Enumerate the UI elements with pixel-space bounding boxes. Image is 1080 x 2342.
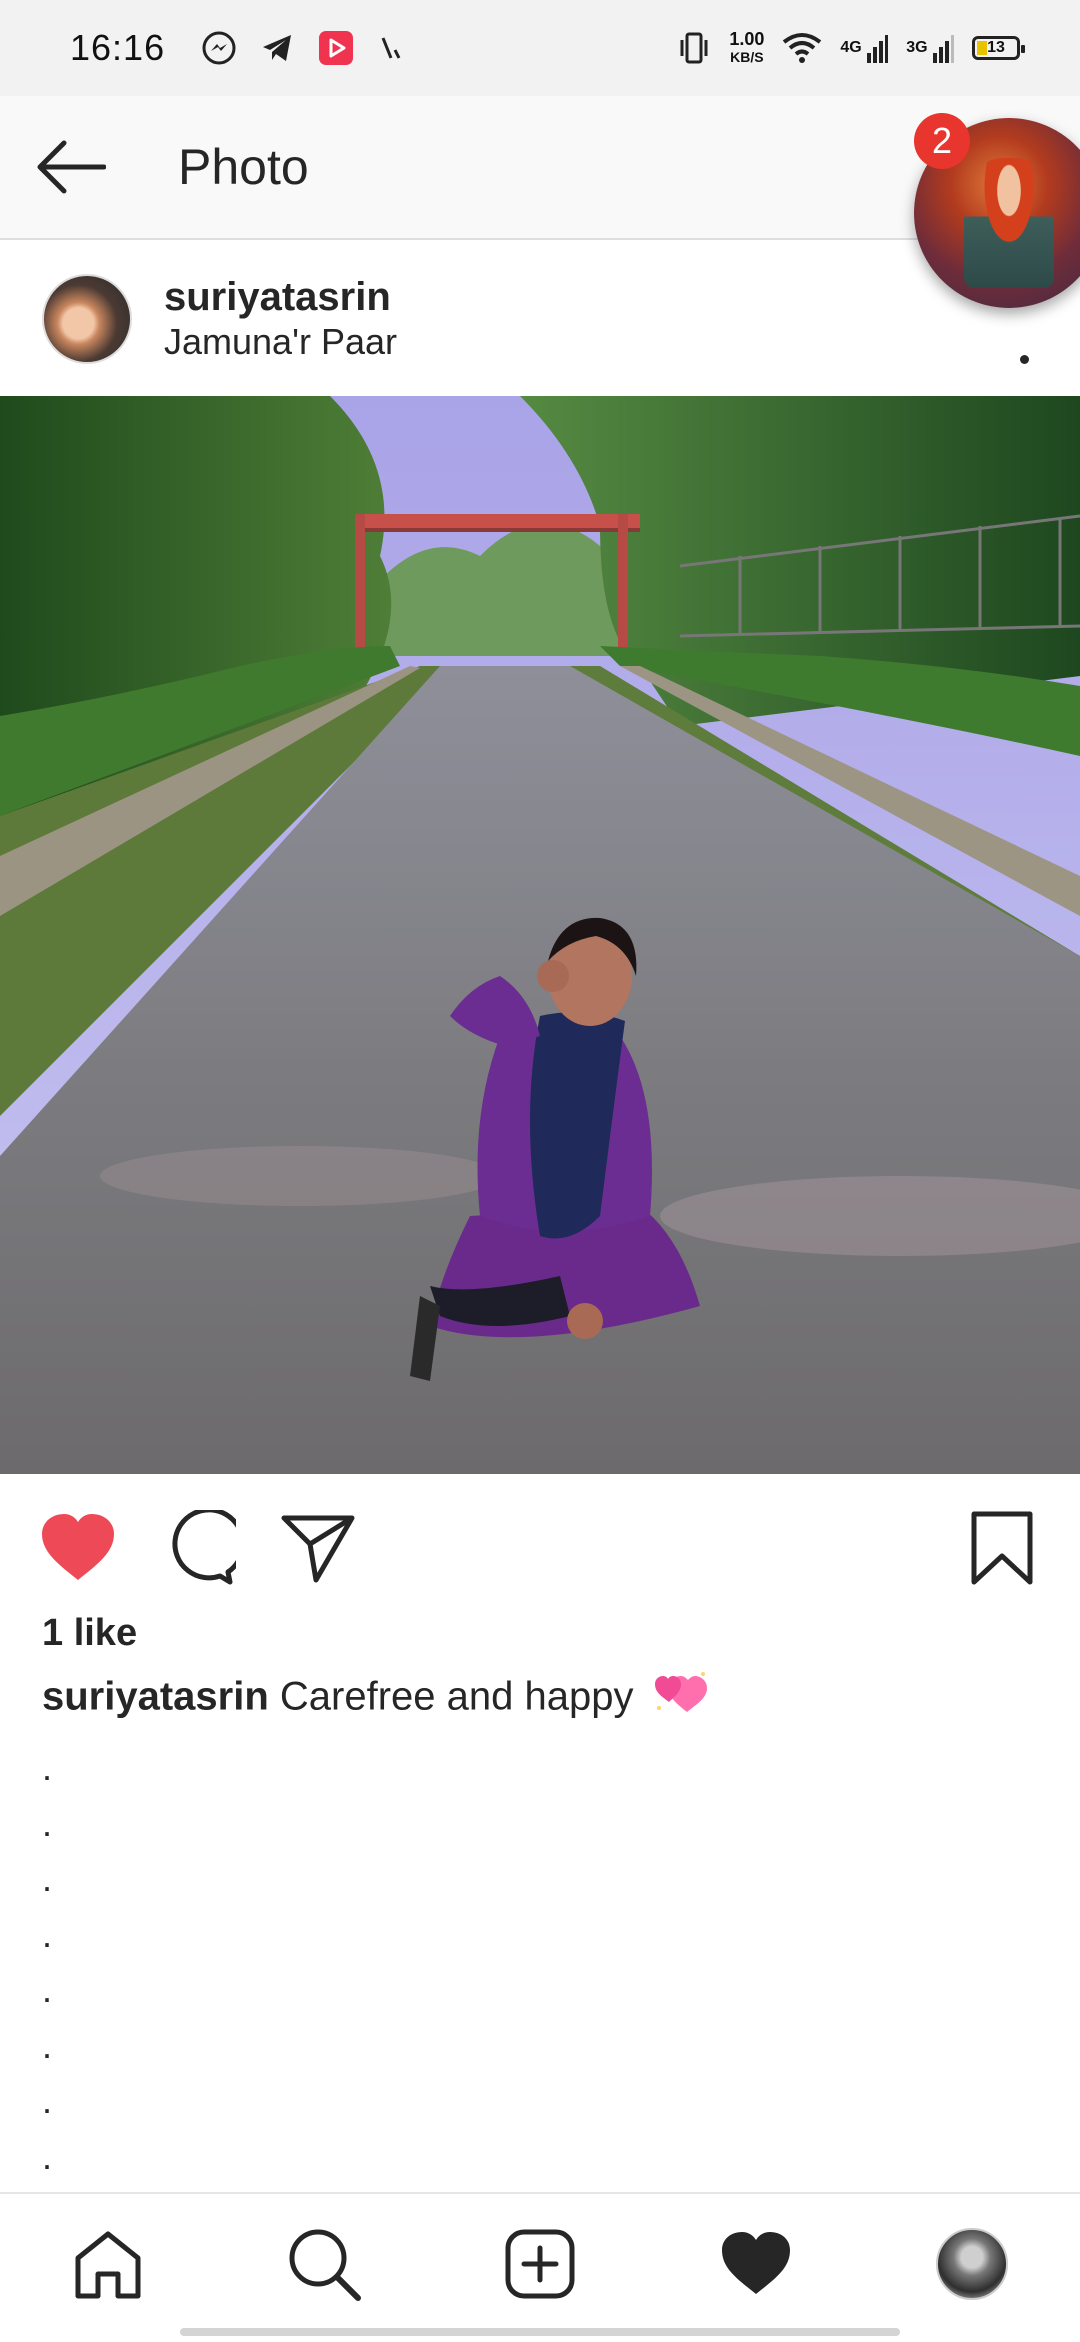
like-button[interactable] — [38, 1508, 118, 1588]
telegram-icon — [259, 30, 295, 66]
post-username[interactable]: suriyatasrin — [164, 274, 397, 320]
signal-slash-icon — [377, 30, 407, 66]
network-3g: 3G — [906, 33, 954, 63]
status-bar: 16:16 1.00 KB/S 4G 3G 13 — [0, 0, 1080, 96]
send-icon — [281, 1515, 355, 1583]
post-actions — [0, 1474, 1080, 1614]
bottom-navigation — [0, 2192, 1080, 2342]
arrow-left-icon — [37, 140, 106, 194]
battery-indicator: 13 — [972, 36, 1025, 60]
caption-dot-line: . — [42, 1913, 53, 1955]
activity-heart-icon — [722, 2232, 790, 2294]
profile-avatar — [936, 2228, 1008, 2300]
vibrate-icon — [677, 30, 711, 66]
post-meta: suriyatasrin Jamuna'r Paar — [164, 274, 397, 364]
battery-level: 13 — [987, 39, 1005, 56]
add-post-icon — [505, 2229, 575, 2299]
comment-icon — [172, 1510, 236, 1585]
caption-dot-line: . — [42, 1747, 53, 1788]
heart-sparkles-emoji — [651, 1672, 707, 1726]
home-indicator[interactable] — [180, 2328, 900, 2336]
net-speed-value: 1.00 — [729, 29, 765, 49]
chat-head-badge: 2 — [914, 113, 970, 169]
messenger-icon — [201, 30, 237, 66]
system-icons: 1.00 KB/S 4G 3G 13 — [677, 30, 1025, 66]
post-photo[interactable] — [0, 396, 1080, 1474]
network-3g-label: 3G — [906, 39, 928, 57]
home-icon — [75, 2231, 141, 2299]
post-header: suriyatasrin Jamuna'r Paar — [0, 242, 1080, 396]
more-dot-icon — [1019, 355, 1029, 364]
heart-filled-icon — [42, 1514, 114, 1580]
nav-home[interactable] — [68, 2224, 148, 2304]
caption-username[interactable]: suriyatasrin — [42, 1675, 269, 1719]
network-4g: 4G — [840, 33, 889, 63]
wifi-icon — [782, 32, 822, 64]
caption-dot-line: . — [42, 1969, 53, 2010]
more-options-button[interactable] — [1014, 304, 1034, 364]
net-speed-unit: KB/S — [730, 49, 764, 65]
post-location[interactable]: Jamuna'r Paar — [164, 320, 397, 364]
comment-button[interactable] — [158, 1508, 238, 1588]
back-button[interactable] — [34, 131, 106, 203]
youtube-icon — [317, 29, 355, 67]
net-speed: 1.00 KB/S — [729, 30, 764, 66]
search-icon — [289, 2229, 361, 2301]
nav-activity[interactable] — [716, 2224, 796, 2304]
nav-search[interactable] — [284, 2224, 364, 2304]
caption-dot-line: . — [42, 1802, 53, 1844]
nav-profile[interactable] — [932, 2224, 1012, 2304]
status-time: 16:16 — [70, 27, 166, 68]
bookmark-icon — [971, 1511, 1033, 1585]
nav-new-post[interactable] — [500, 2224, 580, 2304]
post-photo-image — [0, 396, 1080, 1474]
caption-dot-line: . — [42, 2135, 53, 2177]
page-title: Photo — [178, 139, 309, 195]
post-author-avatar[interactable] — [42, 274, 132, 364]
share-button[interactable] — [278, 1508, 358, 1588]
notification-icons — [201, 29, 407, 67]
caption-dots: . . . . . . . . — [42, 1740, 52, 2184]
caption-text: Carefree and happy — [279, 1674, 634, 1719]
likes-count[interactable]: 1 like — [42, 1612, 137, 1655]
save-button[interactable] — [962, 1508, 1042, 1588]
caption-dot-line: . — [42, 2024, 53, 2066]
caption-dot-line: . — [42, 2080, 53, 2121]
caption-dot-line: . — [42, 1858, 53, 1899]
post-caption: suriyatasrin Carefree and happy — [42, 1672, 707, 1726]
network-4g-label: 4G — [840, 39, 862, 57]
